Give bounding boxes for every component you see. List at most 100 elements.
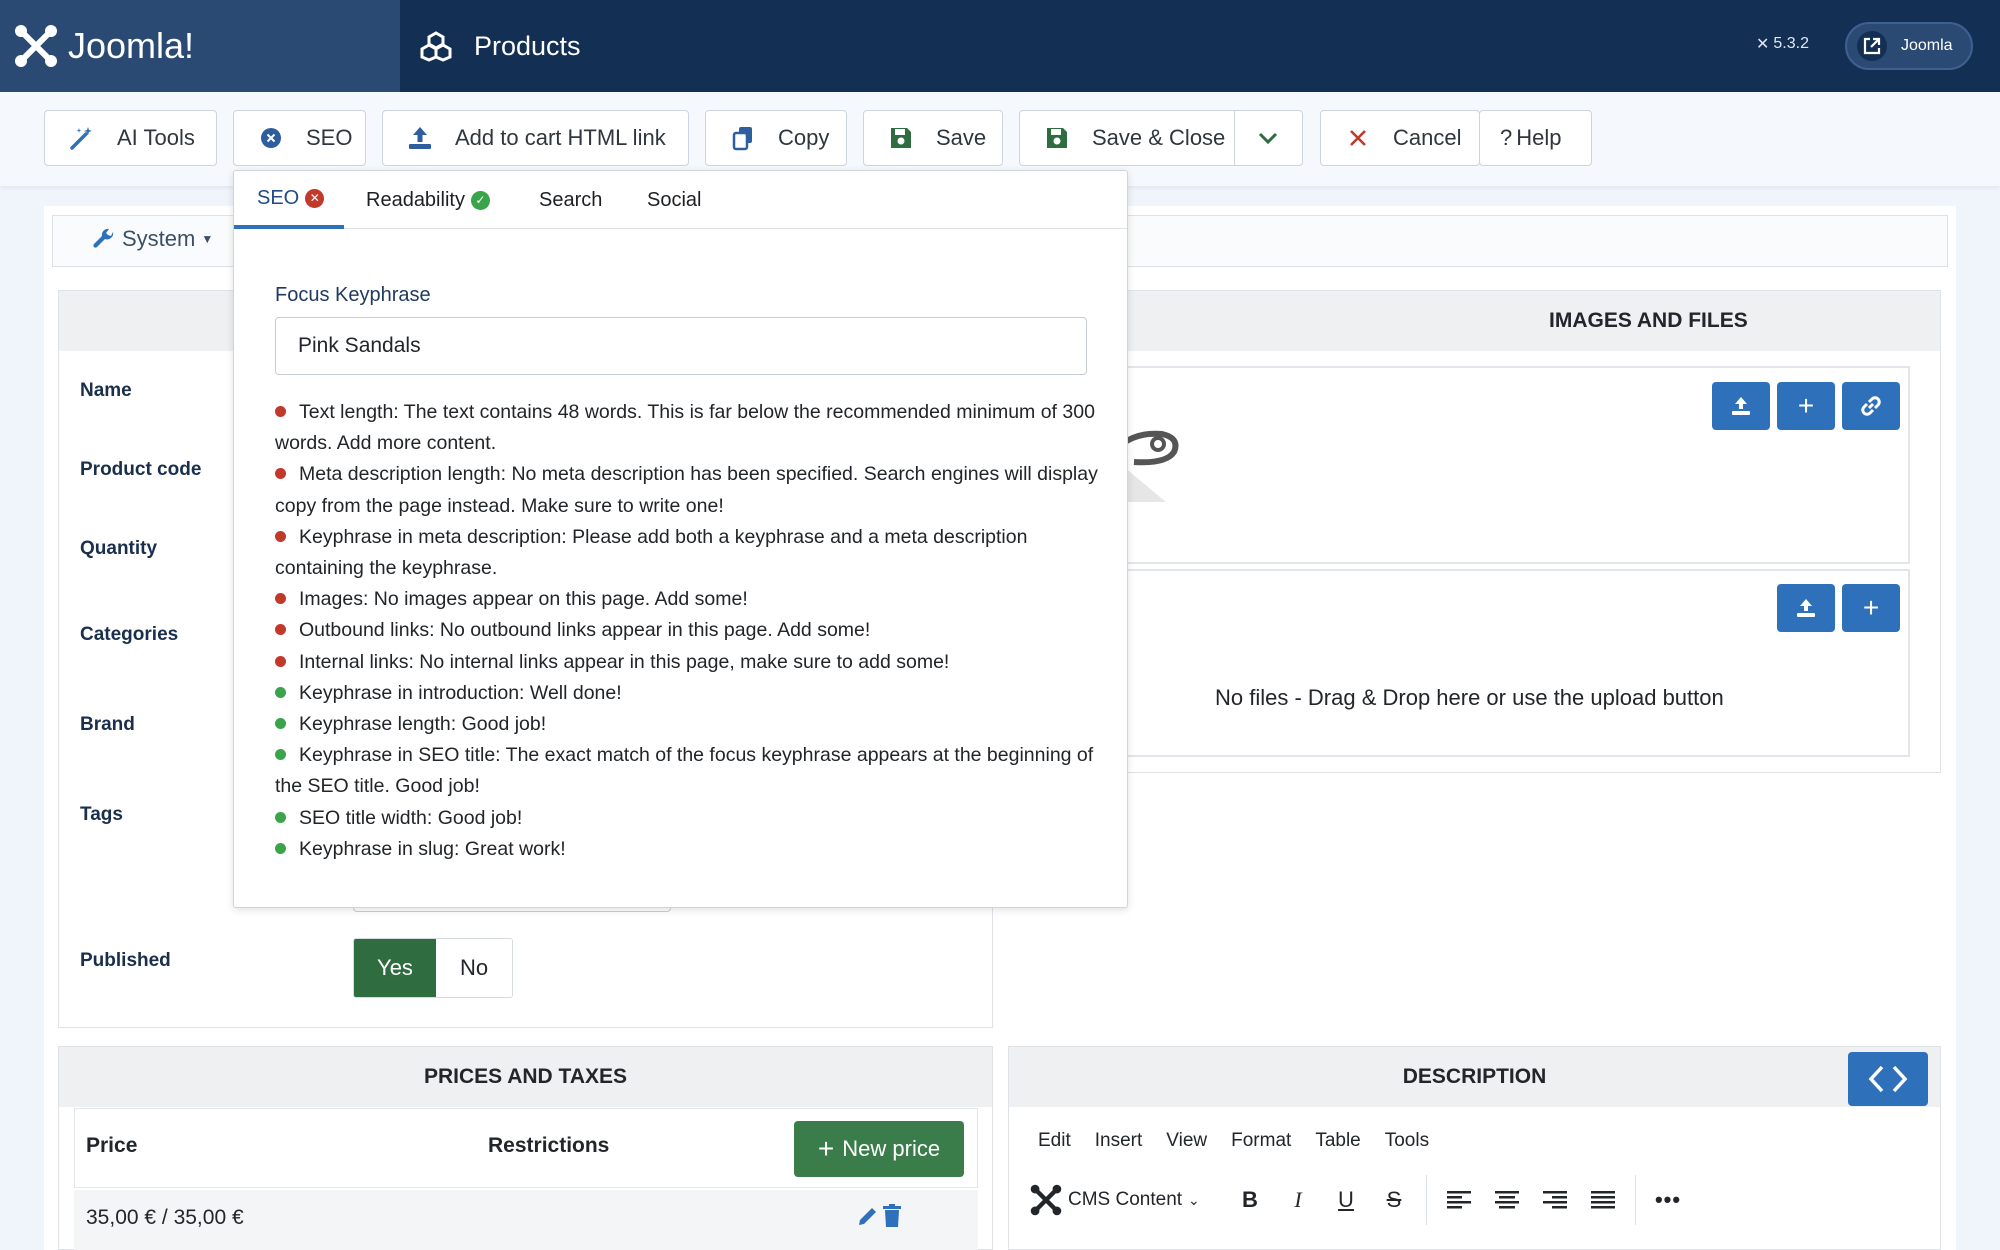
code-view-button[interactable] bbox=[1848, 1052, 1928, 1106]
prices-header: PRICES AND TAXES bbox=[59, 1047, 992, 1107]
version-info: ✕ 5.3.2 bbox=[1756, 34, 1809, 54]
tab-seo[interactable]: SEO ✕ bbox=[234, 171, 344, 229]
close-icon bbox=[1345, 125, 1371, 151]
plus-icon: + bbox=[1862, 592, 1880, 623]
help-button[interactable]: ? Help bbox=[1479, 110, 1592, 166]
editor-menu-tools[interactable]: Tools bbox=[1385, 1130, 1429, 1152]
cms-content-label: CMS Content bbox=[1068, 1189, 1183, 1210]
add-file-button[interactable]: + bbox=[1842, 584, 1900, 632]
brand-name: Joomla! bbox=[68, 25, 195, 66]
tab-social[interactable]: Social bbox=[647, 171, 701, 229]
bold-icon[interactable]: B bbox=[1226, 1180, 1274, 1220]
new-price-label: New price bbox=[842, 1136, 941, 1161]
trash-icon[interactable] bbox=[882, 1204, 902, 1233]
toolbar-divider bbox=[1426, 1175, 1427, 1225]
cancel-button[interactable]: Cancel bbox=[1320, 110, 1480, 166]
system-dropdown[interactable]: System ▼ bbox=[92, 226, 213, 252]
focus-keyphrase-input[interactable] bbox=[275, 317, 1087, 375]
link-image-button[interactable] bbox=[1842, 382, 1900, 430]
cancel-label: Cancel bbox=[1393, 125, 1462, 150]
save-options-dropdown[interactable] bbox=[1234, 110, 1303, 166]
plus-icon: + bbox=[817, 1133, 835, 1164]
upload-icon bbox=[407, 125, 433, 151]
editor-menu: Edit Insert View Format Table Tools bbox=[1038, 1130, 1429, 1152]
chevron-down-icon bbox=[1257, 125, 1279, 151]
seo-popover: SEO ✕ Readability ✓ Search Social Focus … bbox=[233, 170, 1128, 908]
seo-result-item: SEO title width: Good job! bbox=[275, 803, 1105, 834]
seo-result-text: Outbound links: No outbound links appear… bbox=[299, 619, 871, 642]
good-status-dot-icon bbox=[275, 811, 286, 823]
seo-button[interactable]: SEO bbox=[233, 110, 366, 166]
tab-readability-label: Readability bbox=[366, 188, 465, 211]
save-close-button[interactable]: Save & Close bbox=[1019, 110, 1235, 166]
editor-menu-format[interactable]: Format bbox=[1231, 1130, 1291, 1152]
floppy-icon bbox=[1044, 125, 1070, 151]
add-to-cart-link-button[interactable]: Add to cart HTML link bbox=[382, 110, 689, 166]
seo-result-text: Meta description length: No meta descrip… bbox=[275, 463, 1098, 517]
link-icon bbox=[1861, 396, 1881, 416]
error-badge-icon: ✕ bbox=[305, 188, 325, 208]
upload-file-button[interactable] bbox=[1777, 584, 1835, 632]
cms-content-dropdown[interactable]: CMS Content ⌄ bbox=[1030, 1184, 1226, 1216]
upload-icon bbox=[1732, 397, 1750, 415]
joomla-logo-icon bbox=[1030, 1184, 1062, 1216]
tab-readability[interactable]: Readability ✓ bbox=[366, 171, 490, 229]
seo-result-item: Keyphrase in meta description: Please ad… bbox=[275, 522, 1105, 584]
magic-wand-icon bbox=[69, 125, 95, 151]
seo-result-item: Meta description length: No meta descrip… bbox=[275, 459, 1105, 521]
published-yes-option[interactable]: Yes bbox=[354, 939, 436, 997]
align-right-icon[interactable] bbox=[1531, 1180, 1579, 1220]
editor-menu-edit[interactable]: Edit bbox=[1038, 1130, 1071, 1152]
user-menu-button[interactable]: Joomla bbox=[1845, 22, 1973, 70]
floppy-icon bbox=[888, 125, 914, 151]
add-image-button[interactable]: + bbox=[1777, 382, 1835, 430]
editor-menu-insert[interactable]: Insert bbox=[1095, 1130, 1143, 1152]
tab-search[interactable]: Search bbox=[539, 171, 602, 229]
edit-icon[interactable] bbox=[856, 1204, 880, 1233]
align-left-icon[interactable] bbox=[1435, 1180, 1483, 1220]
images-files-title: IMAGES AND FILES bbox=[1549, 309, 1748, 332]
version-text: 5.3.2 bbox=[1773, 35, 1809, 52]
description-title: DESCRIPTION bbox=[1402, 1065, 1547, 1088]
seo-result-text: Keyphrase in meta description: Please ad… bbox=[275, 525, 1028, 580]
seo-result-text: Text length: The text contains 48 words.… bbox=[275, 401, 1095, 455]
seo-result-item: Keyphrase in SEO title: The exact match … bbox=[275, 740, 1105, 802]
good-status-dot-icon bbox=[275, 686, 286, 698]
align-justify-icon[interactable] bbox=[1579, 1180, 1627, 1220]
question-icon: ? bbox=[1500, 125, 1513, 150]
italic-icon[interactable]: I bbox=[1274, 1180, 1322, 1220]
description-header: DESCRIPTION bbox=[1009, 1047, 1940, 1107]
more-options-icon[interactable]: ••• bbox=[1644, 1180, 1692, 1220]
seo-result-item: Text length: The text contains 48 words.… bbox=[275, 397, 1105, 459]
editor-menu-table[interactable]: Table bbox=[1315, 1130, 1360, 1152]
copy-icon bbox=[730, 125, 756, 151]
new-price-button[interactable]: + New price bbox=[794, 1121, 964, 1177]
system-label: System bbox=[122, 226, 196, 251]
bad-status-dot-icon bbox=[275, 468, 286, 480]
seo-result-text: Internal links: No internal links appear… bbox=[299, 650, 950, 673]
good-status-dot-icon bbox=[275, 718, 286, 730]
seo-result-item: Internal links: No internal links appear… bbox=[275, 647, 1105, 678]
underline-icon[interactable]: U bbox=[1322, 1180, 1370, 1220]
tab-social-label: Social bbox=[647, 188, 702, 211]
published-no-option[interactable]: No bbox=[436, 939, 512, 997]
brand-area[interactable]: Joomla! bbox=[0, 0, 400, 92]
seo-result-item: Images: No images appear on this page. A… bbox=[275, 584, 1105, 615]
external-link-icon bbox=[1857, 31, 1887, 61]
align-center-icon[interactable] bbox=[1483, 1180, 1531, 1220]
seo-results-list: Text length: The text contains 48 words.… bbox=[275, 397, 1105, 865]
seo-result-text: Keyphrase in SEO title: The exact match … bbox=[275, 744, 1094, 798]
product-code-label: Product code bbox=[80, 459, 202, 480]
seo-result-text: Images: No images appear on this page. A… bbox=[299, 588, 748, 611]
price-value: 35,00 € / 35,00 € bbox=[86, 1206, 244, 1229]
editor-menu-view[interactable]: View bbox=[1166, 1130, 1207, 1152]
tab-seo-label: SEO bbox=[257, 186, 300, 209]
seo-result-text: SEO title width: Good job! bbox=[299, 806, 523, 829]
upload-image-button[interactable] bbox=[1712, 382, 1770, 430]
strikethrough-icon[interactable]: S bbox=[1370, 1180, 1418, 1220]
ai-tools-button[interactable]: AI Tools bbox=[44, 110, 217, 166]
check-badge-icon: ✓ bbox=[470, 190, 490, 210]
save-button[interactable]: Save bbox=[863, 110, 1003, 166]
joomla-small-icon: ✕ bbox=[1756, 36, 1770, 53]
copy-button[interactable]: Copy bbox=[705, 110, 847, 166]
